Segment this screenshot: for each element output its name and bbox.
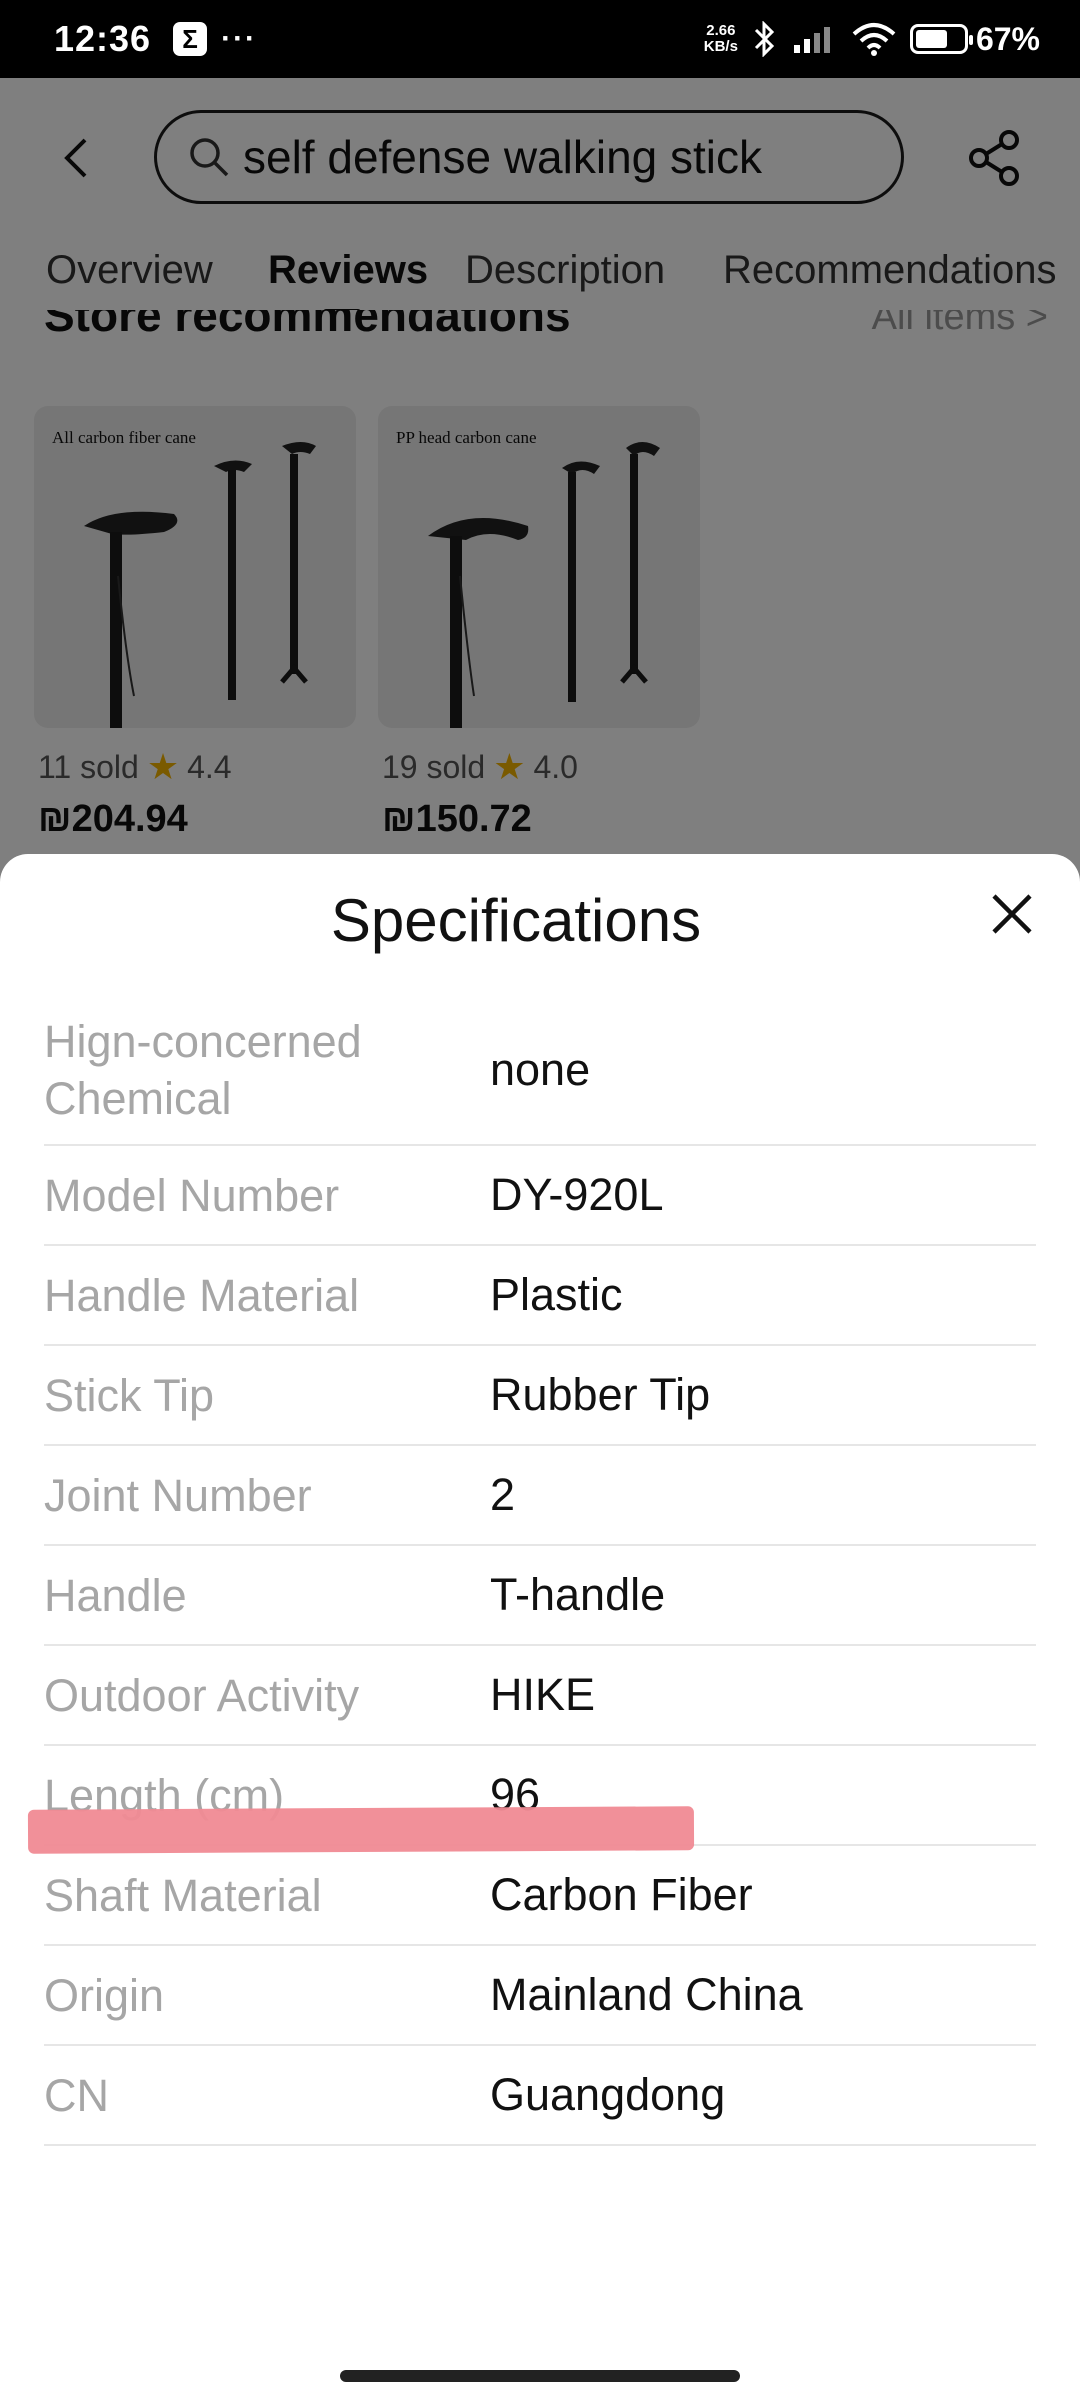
home-indicator[interactable]: [340, 2370, 740, 2382]
status-time: 12:36: [54, 18, 152, 59]
network-speed-value: 2.66: [706, 22, 736, 39]
close-button[interactable]: [986, 888, 1038, 940]
status-icons: 2.66 KB/s 67%: [704, 21, 1040, 58]
spec-value: DY-920L: [490, 1169, 664, 1220]
status-bar: 12:36 Σ ··· 2.66 KB/s 67%: [0, 0, 1080, 78]
bluetooth-icon: [754, 21, 775, 57]
spec-label: Stick Tip: [44, 1369, 215, 1421]
spec-value: Plastic: [490, 1269, 623, 1320]
spec-value: Guangdong: [490, 2069, 726, 2120]
spec-label: Handle: [44, 1569, 187, 1621]
spec-row: Joint Number 2: [44, 1446, 1036, 1546]
spec-value: Mainland China: [490, 1969, 803, 2020]
spec-value: 2: [490, 1469, 516, 1520]
network-speed: 2.66 KB/s: [704, 23, 738, 55]
spec-label: Model Number: [44, 1169, 340, 1221]
close-icon: [992, 894, 1032, 934]
battery-percent: 67%: [975, 20, 1040, 57]
spec-row: Model Number DY-920L: [44, 1146, 1036, 1246]
specifications-sheet: Specifications Hign-concerned Chemical n…: [0, 854, 1080, 2400]
highlight-annotation: [27, 1806, 695, 1854]
spec-label: Hign-concerned Chemical: [44, 1016, 362, 1124]
battery: 67%: [909, 20, 1040, 58]
wifi-icon: [852, 23, 896, 56]
spec-row: Handle T-handle: [44, 1546, 1036, 1646]
spec-value: T-handle: [490, 1569, 666, 1620]
battery-icon: [909, 24, 973, 54]
spec-label: Outdoor Activity: [44, 1669, 360, 1721]
app-notification-icon: Σ: [173, 22, 208, 56]
spec-label: Joint Number: [44, 1469, 312, 1521]
spec-label: Handle Material: [44, 1269, 360, 1321]
spec-row: Hign-concerned Chemical none: [44, 996, 1036, 1146]
spec-row: Stick Tip Rubber Tip: [44, 1346, 1036, 1446]
signal-icon: [793, 27, 830, 53]
spec-row: Shaft Material Carbon Fiber: [44, 1846, 1036, 1946]
spec-label: Shaft Material: [44, 1869, 322, 1921]
network-speed-unit: KB/s: [703, 38, 738, 55]
spec-value: Carbon Fiber: [490, 1869, 753, 1920]
sheet-title: Specifications: [330, 887, 702, 954]
spec-table: Hign-concerned Chemical none Model Numbe…: [44, 996, 1036, 2146]
spec-value: Rubber Tip: [490, 1369, 711, 1420]
spec-row: Origin Mainland China: [44, 1946, 1036, 2046]
spec-value: none: [490, 1044, 591, 1095]
spec-label: CN: [44, 2069, 109, 2121]
spec-value: HIKE: [490, 1669, 596, 1720]
spec-row: Outdoor Activity HIKE: [44, 1646, 1036, 1746]
spec-row: CN Guangdong: [44, 2046, 1036, 2146]
more-notifications-icon: ···: [221, 22, 258, 55]
spec-row: Handle Material Plastic: [44, 1246, 1036, 1346]
spec-label: Origin: [44, 1969, 165, 2021]
